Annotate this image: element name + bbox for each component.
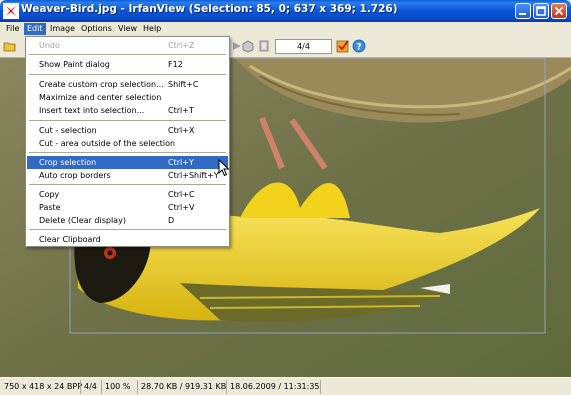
- menu-item-create-crop-selection[interactable]: Create custom crop selection... Shift+C: [27, 78, 228, 91]
- menu-item-paste[interactable]: Paste Ctrl+V: [27, 201, 228, 214]
- maximize-button[interactable]: [533, 3, 549, 19]
- menu-item-cut-outside-selection[interactable]: Cut - area outside of the selection: [27, 137, 228, 150]
- menu-bar: File Edit Image Options View Help: [0, 22, 571, 36]
- menu-item-delete[interactable]: Delete (Clear display) D: [27, 214, 228, 227]
- menu-separator: [29, 54, 226, 55]
- menu-help[interactable]: Help: [140, 23, 164, 35]
- rotate-right-icon[interactable]: [257, 39, 271, 53]
- menu-file[interactable]: File: [3, 23, 22, 35]
- menu-item-copy[interactable]: Copy Ctrl+C: [27, 188, 228, 201]
- menu-item-cut-selection[interactable]: Cut - selection Ctrl+X: [27, 124, 228, 137]
- close-icon: [554, 6, 564, 16]
- menu-item-clear-clipboard[interactable]: Clear Clipboard: [27, 233, 228, 246]
- menu-image[interactable]: Image: [47, 23, 78, 35]
- menu-separator: [29, 184, 226, 185]
- maximize-icon: [536, 6, 546, 16]
- title-bar: Weaver-Bird.jpg - IrfanView (Selection: …: [0, 0, 571, 22]
- menu-item-show-paint-dialog[interactable]: Show Paint dialog F12: [27, 58, 228, 71]
- svg-text:?: ?: [356, 43, 361, 53]
- settings-checkbox-icon[interactable]: [336, 39, 350, 53]
- menu-separator: [29, 74, 226, 75]
- edit-menu: Undo Ctrl+Z Show Paint dialog F12 Create…: [25, 36, 230, 247]
- minimize-icon: [519, 13, 526, 15]
- menu-edit[interactable]: Edit: [24, 23, 46, 35]
- status-bar: 750 x 418 x 24 BPP 4/4 100 % 28.70 KB / …: [0, 377, 571, 395]
- close-button[interactable]: [551, 3, 567, 19]
- minimize-button[interactable]: [515, 3, 531, 19]
- window-title: Weaver-Bird.jpg - IrfanView (Selection: …: [21, 3, 398, 15]
- status-zoom: 100 %: [101, 380, 133, 394]
- menu-separator: [29, 229, 226, 230]
- status-datetime: 18.06.2009 / 11:31:35: [226, 380, 323, 394]
- rotate-left-icon[interactable]: [241, 39, 255, 53]
- page-number-field[interactable]: 4/4: [275, 39, 332, 54]
- menu-item-maximize-center-selection[interactable]: Maximize and center selection: [27, 91, 228, 104]
- menu-item-insert-text[interactable]: Insert text into selection... Ctrl+T: [27, 104, 228, 117]
- mouse-cursor-icon: [218, 159, 230, 177]
- status-filesize: 28.70 KB / 919.31 KB: [137, 380, 229, 394]
- menu-separator: [29, 152, 226, 153]
- menu-item-crop-selection[interactable]: Crop selection Ctrl+Y: [27, 156, 228, 169]
- menu-options[interactable]: Options: [78, 23, 115, 35]
- status-page: 4/4: [80, 380, 100, 394]
- help-icon[interactable]: ?: [352, 39, 366, 53]
- menu-separator: [29, 120, 226, 121]
- menu-view[interactable]: View: [115, 23, 140, 35]
- menu-item-auto-crop-borders[interactable]: Auto crop borders Ctrl+Shift+Y: [27, 169, 228, 182]
- menu-item-undo[interactable]: Undo Ctrl+Z: [27, 39, 228, 52]
- status-empty: [320, 380, 570, 394]
- open-folder-icon[interactable]: [3, 39, 17, 53]
- irfanview-icon[interactable]: [3, 3, 19, 19]
- status-dimensions: 750 x 418 x 24 BPP: [4, 382, 83, 391]
